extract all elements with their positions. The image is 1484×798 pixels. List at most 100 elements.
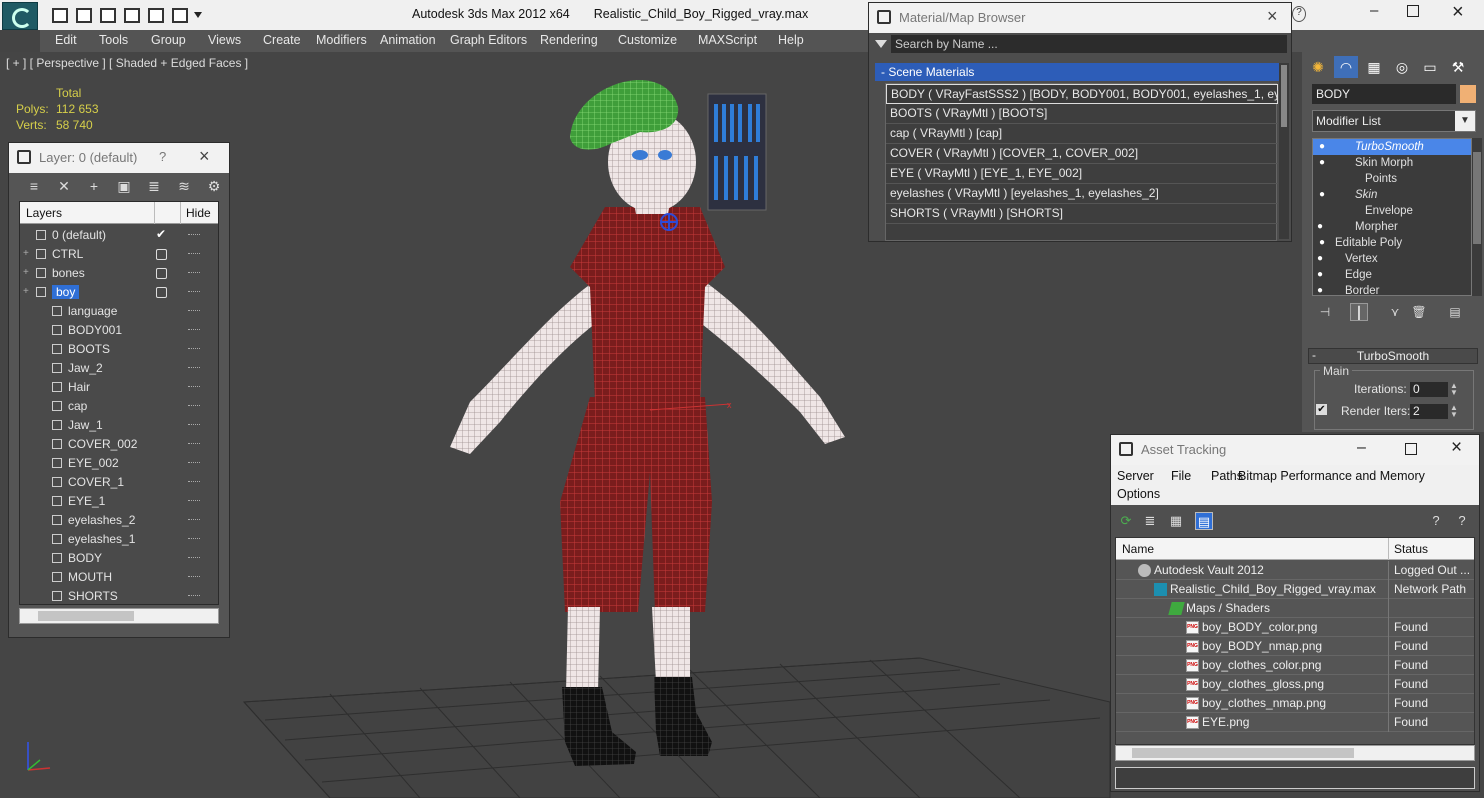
spinner-arrows-icon[interactable]: ▲ ▼ [1450,382,1458,397]
show-end-result-icon[interactable]: ┃ [1350,303,1368,321]
hide-toggle[interactable] [188,253,200,255]
asset-row[interactable]: Realistic_Child_Boy_Rigged_vray.max Netwo… [1116,580,1474,599]
light-bulb-icon[interactable]: ● [1317,267,1323,283]
layer-name[interactable]: MOUTH [68,570,112,584]
asset-row[interactable]: PNG boy_BODY_color.png Found [1116,618,1474,637]
menu-graph-editors[interactable]: Graph Editors [450,33,527,47]
menu-tools[interactable]: Tools [99,33,128,47]
scroll-thumb[interactable] [1132,748,1354,758]
layer-row[interactable]: eyelashes_1 [20,530,218,549]
current-layer-box[interactable] [156,287,167,298]
open-file-icon[interactable] [52,8,68,23]
hide-toggle[interactable] [188,272,200,274]
turbosmooth-rollout-header[interactable]: TurboSmooth [1308,348,1478,364]
stack-item[interactable]: ● Edge [1313,267,1471,283]
table-view-icon[interactable]: ▤ [1195,512,1213,530]
asset-tracking-titlebar[interactable]: Asset Tracking – × [1111,435,1479,465]
hide-toggle[interactable] [188,329,200,331]
menu-help[interactable]: Help [778,33,804,47]
hide-toggle[interactable] [188,424,200,426]
new-layer-icon[interactable]: ≡ [25,177,43,195]
hierarchy-tab-icon[interactable]: ▦ [1362,56,1386,78]
object-color-swatch[interactable] [1460,85,1476,103]
material-row[interactable]: EYE ( VRayMtl ) [EYE_1, EYE_002] [886,164,1278,184]
scroll-thumb[interactable] [1473,152,1481,244]
layer-row[interactable]: eyelashes_2 [20,511,218,530]
layer-row[interactable]: Jaw_1 [20,416,218,435]
spinner-arrows-icon[interactable]: ▲ ▼ [1450,404,1458,419]
asset-row[interactable]: PNG boy_clothes_nmap.png Found [1116,694,1474,713]
modifier-list-dropdown[interactable]: Modifier List ▼ [1312,110,1476,132]
layer-name[interactable]: BODY001 [68,323,122,337]
asset-row[interactable]: PNG boy_clothes_color.png Found [1116,656,1474,675]
hide-toggle[interactable] [188,367,200,369]
stack-item[interactable]: ● Border [1313,283,1471,295]
help-icon[interactable]: ? [1292,6,1306,22]
layer-row[interactable]: + CTRL [20,245,218,264]
menu-views[interactable]: Views [208,33,241,47]
asset-maximize-button[interactable] [1405,443,1417,455]
chevron-down-icon[interactable]: ▼ [1455,111,1475,131]
refresh-icon[interactable]: ⟳ [1117,512,1135,530]
layer-settings-icon[interactable]: ⚙ [205,177,223,195]
light-bulb-icon[interactable]: ● [1317,251,1323,267]
render-iters-spinner[interactable]: 2 [1410,404,1448,419]
menu-create[interactable]: Create [263,33,301,47]
motion-tab-icon[interactable]: ◎ [1390,56,1414,78]
fetch-icon[interactable] [148,8,164,23]
scroll-thumb[interactable] [1281,65,1287,127]
filter-dropdown-icon[interactable] [875,40,887,48]
hide-toggle[interactable] [188,234,200,236]
layer-row[interactable]: + boy [20,283,218,302]
asset-help-icon[interactable]: ? [1453,512,1471,530]
stack-item[interactable]: ● Skin Morph [1313,155,1471,171]
layer-horizontal-scrollbar[interactable] [19,608,219,624]
stack-item[interactable]: Points [1313,171,1471,187]
layer-row[interactable]: + bones [20,264,218,283]
layer-row[interactable]: EYE_002 [20,454,218,473]
asset-row[interactable]: PNG boy_clothes_gloss.png Found [1116,675,1474,694]
layer-name[interactable]: boy [52,285,80,299]
pin-stack-icon[interactable]: ⊣ [1316,303,1334,321]
hide-toggle[interactable] [188,557,200,559]
material-row[interactable]: cap ( VRayMtl ) [cap] [886,124,1278,144]
remove-modifier-icon[interactable]: 🗑 [1410,303,1428,321]
vault-help-icon[interactable]: ? [1427,512,1445,530]
scene-materials-group[interactable]: - Scene Materials [875,63,1281,81]
layer-row[interactable]: EYE_1 [20,492,218,511]
layer-name[interactable]: COVER_1 [68,475,124,489]
layer-row[interactable]: COVER_1 [20,473,218,492]
material-row[interactable]: BOOTS ( VRayMtl ) [BOOTS] [886,104,1278,124]
asset-row[interactable]: PNG boy_BODY_nmap.png Found [1116,637,1474,656]
menu-bitmap-performance[interactable]: Bitmap Performance and Memory [1238,469,1425,483]
project-folder-icon[interactable] [172,8,188,23]
layer-name[interactable]: language [68,304,117,318]
hide-toggle[interactable] [188,595,200,597]
layer-name[interactable]: Jaw_2 [68,361,103,375]
layer-name[interactable]: EYE_002 [68,456,119,470]
light-bulb-icon[interactable]: ● [1319,139,1325,155]
close-button[interactable]: × [1452,1,1464,24]
select-layer-icon[interactable]: ≣ [145,177,163,195]
list-view-icon[interactable]: ≣ [1141,512,1159,530]
layer-row[interactable]: MOUTH [20,568,218,587]
expand-icon[interactable]: + [23,267,29,278]
layer-name[interactable]: COVER_002 [68,437,137,451]
asset-horizontal-scrollbar[interactable] [1115,745,1475,761]
layer-help-button[interactable]: ? [159,149,166,164]
minimize-button[interactable]: – [1370,2,1378,19]
expand-icon[interactable]: + [23,286,29,297]
layer-row[interactable]: cap [20,397,218,416]
layer-name[interactable]: SHORTS [68,589,118,603]
character-mesh[interactable] [450,80,845,766]
menu-customize[interactable]: Customize [618,33,677,47]
layer-row[interactable]: 0 (default) ✔ [20,226,218,245]
stack-scrollbar[interactable] [1472,138,1482,296]
menu-server[interactable]: Server [1117,469,1154,483]
asset-row[interactable]: PNG EYE.png Found [1116,713,1474,732]
quick-access-dropdown-icon[interactable] [194,12,202,18]
light-bulb-icon[interactable]: ● [1319,235,1325,251]
layer-panel-titlebar[interactable]: Layer: 0 (default) ? × [9,143,229,173]
delete-layer-icon[interactable]: ✕ [55,177,73,195]
render-iters-checkbox[interactable]: ✔ [1316,404,1327,415]
